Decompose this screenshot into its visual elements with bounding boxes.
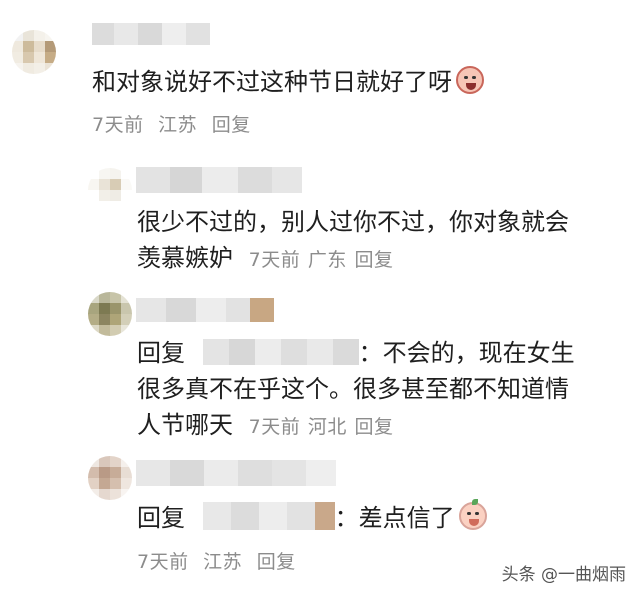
baby-face-emoji [458,499,487,530]
reply-button[interactable]: 回复 [212,114,251,136]
username-blurred[interactable] [136,167,302,193]
exhausted-face-emoji [456,66,484,94]
timestamp: 7天前 [137,551,189,573]
comment-text: 和对象说好不过这种节日就好了呀 [92,64,484,100]
comment-line: 人节哪天 7天前 河北 回复 [137,411,394,439]
reply-prefix: 回复 [137,504,185,532]
avatar[interactable] [88,168,132,212]
reply-button[interactable]: 回复 [355,416,394,438]
comment-meta: 7天前 江苏 回复 [137,547,296,574]
avatar[interactable] [12,30,56,74]
comment-line: 很少不过的，别人过你不过，你对象就会 [137,208,569,236]
comment-line: 很多真不在乎这个。很多甚至都不知道情 [137,375,569,403]
location: 江苏 [158,114,198,136]
mentioned-user-blurred[interactable] [202,339,359,365]
avatar[interactable] [88,292,132,336]
comment-text: 很少不过的，别人过你不过，你对象就会 羡慕嫉妒 7天前 广东 回复 [137,204,569,278]
comment-meta: 7天前 江苏 回复 [92,110,251,137]
comment-line: 回复 ：不会的，现在女生 [137,339,575,367]
reply-button[interactable]: 回复 [355,249,394,271]
timestamp: 7天前 [92,114,144,136]
reply-prefix: 回复 [137,339,185,367]
comment-text: 回复 ：差点信了 [137,499,487,536]
timestamp: 7天前 [248,249,301,271]
username-blurred[interactable] [92,23,210,45]
location: 江苏 [203,551,243,573]
location: 河北 [307,416,347,438]
mentioned-user-blurred[interactable] [202,502,335,530]
username-blurred[interactable] [136,298,274,322]
comment-line: 羡慕嫉妒 7天前 广东 回复 [137,244,394,272]
watermark: 头条 @一曲烟雨 [501,565,626,585]
timestamp: 7天前 [248,416,301,438]
comment-text: 回复 ：不会的，现在女生 很多真不在乎这个。很多甚至都不知道情 人节哪天 7天前… [137,335,575,445]
location: 广东 [307,249,347,271]
username-blurred[interactable] [136,460,336,486]
reply-button[interactable]: 回复 [257,551,296,573]
avatar[interactable] [88,456,132,500]
